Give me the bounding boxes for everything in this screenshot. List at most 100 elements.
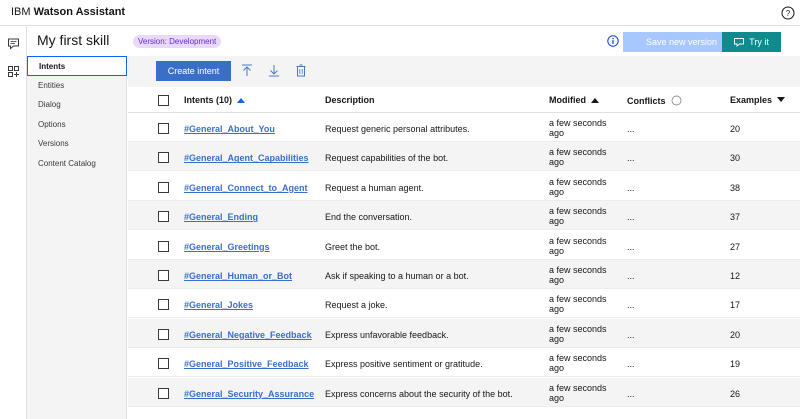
subnav-item-dialog[interactable]: Dialog xyxy=(27,95,127,115)
modified-line-2: ago xyxy=(549,186,565,197)
column-header-conflicts[interactable]: Conflicts xyxy=(627,95,682,106)
intents-toolbar: Create intent xyxy=(128,56,800,87)
conflicts-value: ... xyxy=(627,212,635,223)
modified-line-2: ago xyxy=(549,245,565,256)
intent-description: Express unfavorable feedback. xyxy=(325,329,449,340)
modified-line-1: a few seconds xyxy=(549,382,607,393)
examples-count: 30 xyxy=(730,153,741,164)
top-bar: IBM Watson Assistant ? xyxy=(0,0,800,26)
modified-line-1: a few seconds xyxy=(549,294,607,305)
help-icon[interactable]: ? xyxy=(781,6,795,20)
column-header-modified[interactable]: Modified xyxy=(549,95,599,105)
chat-icon[interactable] xyxy=(7,37,20,50)
delete-icon[interactable] xyxy=(295,64,307,77)
table-row[interactable]: #General_Greetings Greet the bot. a few se… xyxy=(128,231,800,260)
modified-line-2: ago xyxy=(549,157,565,168)
row-checkbox[interactable] xyxy=(158,328,169,340)
modified-line-1: a few seconds xyxy=(549,118,607,128)
subnav-item-entities[interactable]: Entities xyxy=(27,76,127,96)
intent-link[interactable]: #General_Jokes xyxy=(184,300,253,310)
intent-link[interactable]: #General_Ending xyxy=(184,212,258,222)
select-all-checkbox[interactable] xyxy=(158,95,169,106)
modified-time: a few seconds ago xyxy=(549,177,607,197)
subnav-item-versions[interactable]: Versions xyxy=(27,134,127,154)
modified-time: a few seconds ago xyxy=(549,118,607,138)
modified-line-1: a few seconds xyxy=(549,176,607,187)
table-row[interactable]: #General_Ending End the conversation. a fe… xyxy=(128,201,800,231)
table-row[interactable]: #General_Security_Assurance Express conce… xyxy=(128,377,800,407)
intent-link[interactable]: #General_Positive_Feedback xyxy=(184,359,309,369)
skills-icon[interactable] xyxy=(7,65,20,78)
conflicts-value: ... xyxy=(627,300,635,311)
conflicts-value: ... xyxy=(627,153,635,164)
table-row[interactable]: #General_Jokes Request a joke. a few secon… xyxy=(128,289,800,319)
row-checkbox[interactable] xyxy=(158,387,169,399)
table-row[interactable]: #General_Human_or_Bot Ask if speaking to … xyxy=(128,260,800,289)
modified-line-2: ago xyxy=(549,128,565,138)
examples-count: 12 xyxy=(730,271,741,281)
row-checkbox[interactable] xyxy=(158,270,169,281)
intent-link[interactable]: #General_About_You xyxy=(184,124,275,134)
examples-count: 19 xyxy=(730,359,741,370)
table-row[interactable]: #General_Negative_Feedback Express unfavo… xyxy=(128,318,800,348)
row-checkbox[interactable] xyxy=(158,152,169,164)
info-icon[interactable] xyxy=(607,35,619,47)
table-row[interactable]: #General_Agent_Capabilities Request capab… xyxy=(128,142,800,172)
brand[interactable]: IBM Watson Assistant xyxy=(11,6,125,18)
conflicts-value: ... xyxy=(627,271,635,281)
skill-header: My first skill Version: Development Save… xyxy=(27,27,800,56)
try-it-button[interactable]: Try it xyxy=(722,32,781,52)
modified-header-label: Modified xyxy=(549,95,586,105)
row-checkbox[interactable] xyxy=(158,211,169,223)
examples-header-label: Examples xyxy=(730,95,773,105)
intent-link[interactable]: #General_Security_Assurance xyxy=(184,389,314,399)
intent-link[interactable]: #General_Negative_Feedback xyxy=(184,330,312,340)
row-checkbox[interactable] xyxy=(158,123,169,134)
try-it-label: Try it xyxy=(749,36,769,47)
download-icon[interactable] xyxy=(268,64,280,77)
create-intent-button[interactable]: Create intent xyxy=(156,61,231,81)
row-checkbox[interactable] xyxy=(158,181,169,193)
svg-text:?: ? xyxy=(786,9,791,18)
modified-time: a few seconds ago xyxy=(549,236,607,256)
row-checkbox[interactable] xyxy=(158,240,169,252)
column-header-description[interactable]: Description xyxy=(325,95,375,105)
intent-link[interactable]: #General_Greetings xyxy=(184,242,270,252)
skill-subnav: Intents Entities Dialog Options Versions… xyxy=(27,56,127,419)
modified-time: a few seconds ago xyxy=(549,265,607,285)
modified-line-2: ago xyxy=(549,216,565,227)
icon-rail xyxy=(0,27,27,419)
examples-count: 38 xyxy=(730,182,741,193)
table-row[interactable]: #General_Positive_Feedback Express positi… xyxy=(128,348,800,378)
row-checkbox[interactable] xyxy=(158,358,169,370)
examples-count: 26 xyxy=(730,388,741,399)
brand-prefix: IBM xyxy=(11,6,31,18)
modified-line-1: a few seconds xyxy=(549,147,607,158)
subnav-item-intents[interactable]: Intents xyxy=(27,56,127,76)
intent-description: Ask if speaking to a human or a bot. xyxy=(325,271,469,281)
intents-header-label: Intents (10) xyxy=(184,95,233,105)
modified-time: a few seconds ago xyxy=(549,147,607,167)
upload-icon[interactable] xyxy=(241,64,253,77)
intent-link[interactable]: #General_Agent_Capabilities xyxy=(184,153,309,163)
modified-line-2: ago xyxy=(549,363,565,374)
intent-description: Request a joke. xyxy=(325,300,388,311)
subnav-item-content-catalog[interactable]: Content Catalog xyxy=(27,154,127,174)
intent-description: Express positive sentiment or gratitude. xyxy=(325,359,483,370)
subnav-item-options[interactable]: Options xyxy=(27,115,127,135)
intent-link[interactable]: #General_Connect_to_Agent xyxy=(184,183,308,193)
chat-bubble-icon xyxy=(734,38,745,47)
table-row[interactable]: #General_About_You Request generic person… xyxy=(128,113,800,142)
column-header-examples[interactable]: Examples xyxy=(730,95,785,105)
table-row[interactable]: #General_Connect_to_Agent Request a human… xyxy=(128,172,800,201)
modified-line-1: a few seconds xyxy=(549,206,607,217)
conflicts-value: ... xyxy=(627,241,635,252)
intent-description: Greet the bot. xyxy=(325,241,381,252)
conflicts-value: ... xyxy=(627,329,635,340)
intent-link[interactable]: #General_Human_or_Bot xyxy=(184,271,292,281)
row-checkbox[interactable] xyxy=(158,299,169,311)
examples-count: 37 xyxy=(730,212,741,223)
conflicts-header-label: Conflicts xyxy=(627,96,666,106)
intent-description: Express concerns about the security of t… xyxy=(325,388,513,399)
column-header-intents[interactable]: Intents (10) xyxy=(184,95,245,105)
